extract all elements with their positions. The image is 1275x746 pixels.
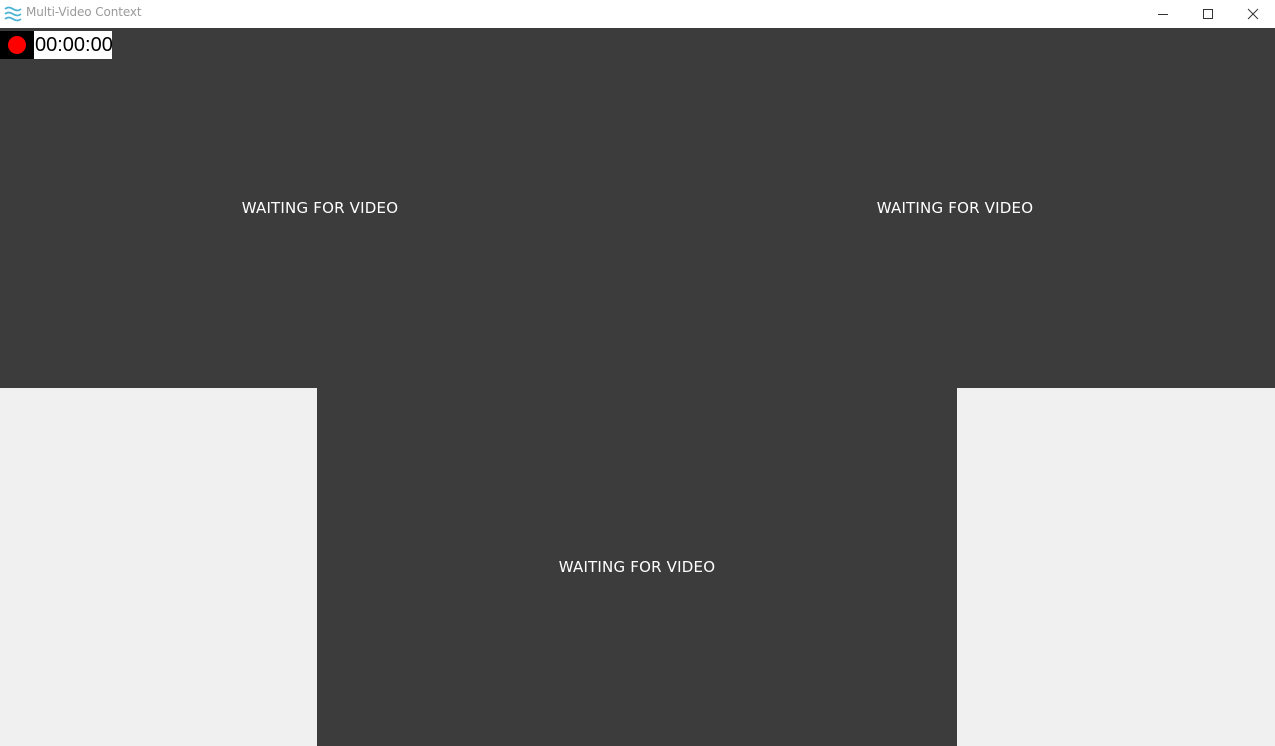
video-panel-1: WAITING FOR VIDEO	[0, 28, 640, 388]
record-button[interactable]	[0, 31, 34, 59]
window-title: Multi-Video Context	[26, 5, 142, 19]
minimize-button[interactable]	[1140, 0, 1186, 28]
video-panel-2: WAITING FOR VIDEO	[635, 28, 1275, 388]
maximize-icon	[1202, 5, 1214, 24]
record-dot-icon	[8, 36, 26, 54]
waiting-status: WAITING FOR VIDEO	[876, 199, 1034, 217]
minimize-icon	[1157, 5, 1169, 24]
close-button[interactable]	[1230, 0, 1275, 28]
recording-timer: 00:00:00	[34, 31, 113, 59]
video-panel-3: WAITING FOR VIDEO	[317, 388, 957, 746]
waves-icon	[4, 5, 22, 22]
title-bar[interactable]: Multi-Video Context	[0, 0, 1275, 28]
close-icon	[1247, 5, 1259, 24]
maximize-button[interactable]	[1185, 0, 1231, 28]
waiting-status: WAITING FOR VIDEO	[558, 558, 716, 576]
recording-indicator: 00:00:00	[0, 31, 113, 59]
app-window: Multi-Video Context WAITING FOR VIDEO WA…	[0, 0, 1275, 746]
waiting-status: WAITING FOR VIDEO	[241, 199, 399, 217]
